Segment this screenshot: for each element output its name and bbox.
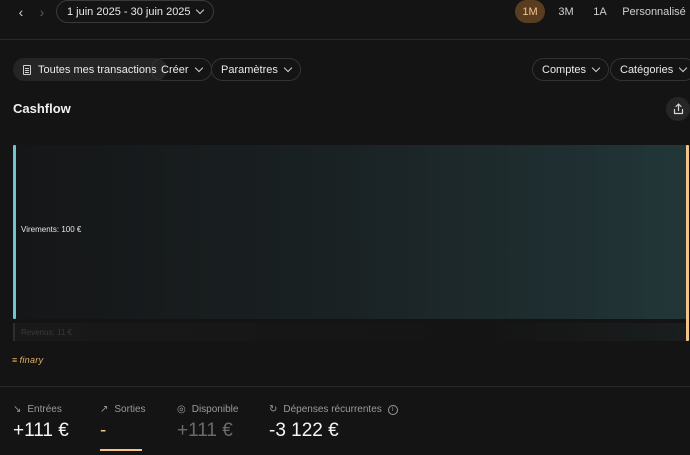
node-income[interactable] [13,323,15,341]
stat-recurring-label: Dépenses récurrentes [283,404,382,415]
stat-outflows-value: - [100,420,107,441]
settings-label: Paramètres [221,63,278,76]
period-custom-button[interactable]: Personnalisé [622,0,686,23]
active-tab-indicator [100,449,142,451]
stat-outflows-label: Sorties [114,404,146,415]
next-period-button[interactable]: › [33,3,51,21]
globe-icon: ◎ [177,404,186,415]
share-icon [673,103,683,115]
chevron-right-icon: › [39,4,45,20]
stat-inflows[interactable]: ↘ Entrées +111 € [13,404,69,442]
arrow-up-right-icon: ↗ [100,404,109,415]
top-bar: ‹ › 1 juin 2025 - 30 juin 2025 1M 3M 1A … [0,0,690,40]
finary-logo-icon: ≡ [12,355,18,365]
flow-label-transfers: Virements: 100 € [21,225,82,234]
create-label: Créer [161,63,189,76]
document-icon [23,64,31,75]
accounts-dropdown[interactable]: Comptes [532,58,610,81]
section-title: Cashflow [13,101,71,116]
flow-label-income: Revenus: 11 € [21,328,72,337]
settings-dropdown[interactable]: Paramètres [211,58,301,81]
chevron-down-icon [194,63,203,73]
refresh-icon: ↻ [269,404,278,415]
date-range-selector[interactable]: 1 juin 2025 - 30 juin 2025 [56,0,214,23]
categories-label: Catégories [620,63,674,76]
stat-inflows-value: +111 € [13,420,69,441]
chevron-down-icon [678,63,688,73]
chevron-down-icon [591,63,601,73]
period-1m-button[interactable]: 1M [515,0,545,23]
stat-recurring-value: -3 122 € [269,420,339,441]
all-transactions-button[interactable]: Toutes mes transactions [13,58,167,81]
brand-logo: ≡ finary [12,355,43,365]
accounts-label: Comptes [542,63,587,76]
date-range-label: 1 juin 2025 - 30 juin 2025 [67,5,191,18]
chevron-left-icon: ‹ [18,4,24,20]
info-icon[interactable]: i [387,404,398,415]
stat-available-value: +111 € [177,420,233,441]
chevron-down-icon [283,63,293,73]
previous-period-button[interactable]: ‹ [12,3,30,21]
period-1a-button[interactable]: 1A [588,0,612,23]
stat-available[interactable]: ◎ Disponible +111 € [177,404,238,442]
period-3m-button[interactable]: 3M [553,0,579,23]
all-transactions-label: Toutes mes transactions [38,63,157,76]
chevron-down-icon [195,5,204,15]
arrow-down-right-icon: ↘ [13,404,22,415]
stat-recurring[interactable]: ↻ Dépenses récurrentes i -3 122 € [269,404,398,442]
flow-income[interactable] [13,323,687,341]
cashflow-sankey: Virements: 100 € Revenus: 11 € [13,145,690,345]
stat-available-label: Disponible [191,404,239,415]
stat-inflows-label: Entrées [27,404,62,415]
node-transfers[interactable] [13,145,16,319]
categories-dropdown[interactable]: Catégories [610,58,690,81]
create-dropdown[interactable]: Créer [151,58,212,81]
stat-outflows[interactable]: ↗ Sorties - [100,404,146,442]
brand-name: finary [19,355,44,365]
node-total[interactable] [686,145,689,341]
flow-transfers[interactable] [13,145,687,319]
export-button[interactable] [666,97,690,121]
divider [0,386,690,387]
